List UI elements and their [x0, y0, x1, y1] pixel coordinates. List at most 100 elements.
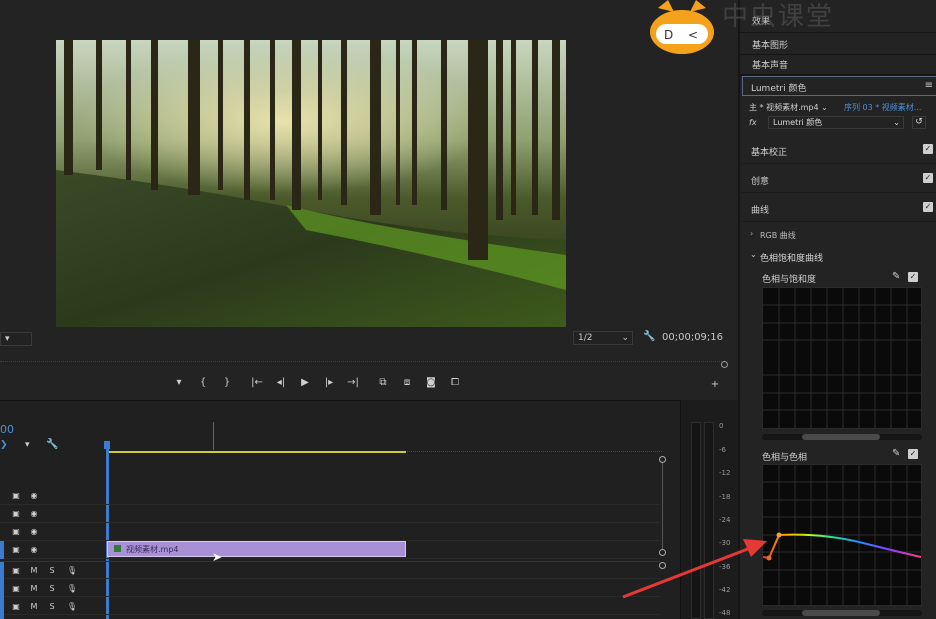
track-v4 [0, 487, 660, 505]
microphone-icon[interactable]: 🎙 [65, 601, 79, 613]
film-icon[interactable]: ▣ [9, 490, 23, 502]
fx-icon: fx [749, 118, 757, 127]
lift-icon[interactable]: ⧉ [374, 374, 392, 390]
video-clip[interactable]: 视频素材.mp4 [107, 541, 406, 557]
zoom-dropdown[interactable]: ▾ [0, 332, 32, 346]
in-point-icon[interactable]: { [194, 374, 212, 390]
lumetri-title: Lumetri 颜色 [751, 84, 807, 94]
chevron-down-icon: ⌄ [893, 118, 900, 127]
solo-button[interactable]: S [45, 583, 59, 595]
section-label: 基本校正 [751, 148, 788, 158]
eye-icon[interactable]: ◉ [27, 508, 41, 520]
meter-tick: -24 [719, 516, 731, 524]
extract-icon[interactable]: ⧈ [398, 374, 416, 390]
film-icon[interactable]: ▣ [9, 601, 23, 613]
scrub-end-handle[interactable] [721, 361, 728, 368]
section-basic-correction[interactable]: 基本校正 ✓ [742, 136, 936, 164]
program-monitor: ▾ 1/2 ⌄ 🔧 00;00;09;16 ▾ { } |← ◂| ▶ |▸ →… [0, 0, 738, 400]
step-forward-icon[interactable]: |▸ [320, 374, 338, 390]
add-button-icon[interactable]: + [706, 376, 724, 392]
clip-name: 视频素材.mp4 [126, 545, 179, 554]
eye-icon[interactable]: ◉ [27, 490, 41, 502]
solo-button[interactable]: S [45, 565, 59, 577]
film-icon[interactable]: ▣ [9, 508, 23, 520]
resolution-value: 1/2 [578, 333, 593, 343]
work-area-bar[interactable] [106, 451, 406, 453]
section-label: 曲线 [751, 206, 770, 216]
section-label: 创意 [751, 177, 770, 187]
fx-badge [114, 545, 121, 552]
svg-text:D: D [664, 28, 673, 42]
section-creative[interactable]: 创意 ✓ [742, 165, 936, 193]
play-icon[interactable]: ▶ [296, 374, 314, 390]
section-curves[interactable]: 曲线 ✓ [742, 194, 936, 222]
scroll-handle[interactable] [659, 456, 666, 463]
tab-essential-graphics[interactable]: 基本图形 [752, 38, 788, 51]
checkbox-checked[interactable]: ✓ [923, 144, 933, 154]
track-target-audio[interactable] [0, 562, 4, 619]
hue-vs-sat-graph[interactable] [762, 287, 922, 429]
snap-icon[interactable]: ❯ [0, 440, 8, 450]
scroll-thumb[interactable] [802, 610, 880, 616]
film-icon[interactable]: ▣ [9, 583, 23, 595]
annotation-arrow-icon [622, 539, 767, 599]
microphone-icon[interactable]: 🎙 [65, 565, 79, 577]
step-back-icon[interactable]: ◂| [272, 374, 290, 390]
out-point-icon[interactable]: } [218, 374, 236, 390]
timeline-timecode[interactable]: 00 [0, 423, 14, 436]
resolution-select[interactable]: 1/2 ⌄ [573, 331, 633, 345]
hue-vs-sat-label: 色相与饱和度 [762, 275, 817, 285]
marker-icon[interactable]: ▾ [170, 374, 188, 390]
track-a3 [0, 597, 660, 615]
hue-vs-hue-label: 色相与色相 [762, 453, 808, 463]
checkbox-checked[interactable]: ✓ [923, 173, 933, 183]
track-target-v1[interactable] [0, 541, 4, 559]
scrub-bar[interactable] [0, 356, 726, 362]
solo-button[interactable]: S [45, 601, 59, 613]
effect-select[interactable]: Lumetri 颜色 ⌄ [768, 116, 904, 129]
sequence-clip-link[interactable]: 序列 03 * 视频素材... [844, 102, 921, 113]
hue-sat-curves-toggle[interactable]: 色相饱和度曲线 [760, 251, 823, 264]
playhead-handle[interactable] [104, 441, 110, 449]
marker-icon[interactable]: ▾ [25, 440, 30, 450]
go-to-out-icon[interactable]: →| [344, 374, 362, 390]
go-to-in-icon[interactable]: |← [248, 374, 266, 390]
eye-icon[interactable]: ◉ [27, 526, 41, 538]
checkbox-checked[interactable]: ✓ [908, 449, 918, 459]
reset-icon[interactable]: ↺ [912, 116, 926, 129]
microphone-icon[interactable]: 🎙 [65, 583, 79, 595]
wrench-icon[interactable]: 🔧 [46, 439, 58, 450]
chevron-right-icon[interactable]: › [750, 229, 753, 238]
mascot-logo: D < [648, 0, 716, 56]
divider [740, 54, 936, 55]
eyedropper-icon[interactable]: ✎ [892, 448, 900, 459]
export-frame-icon[interactable]: ◙ [422, 374, 440, 390]
playhead-timecode[interactable]: 00;00;09;16 [662, 332, 723, 343]
track-v3 [0, 505, 660, 523]
eyedropper-icon[interactable]: ✎ [892, 271, 900, 282]
chevron-down-icon[interactable]: ⌄ [750, 250, 757, 259]
wrench-icon[interactable]: 🔧 [643, 331, 655, 342]
compare-icon[interactable]: ⧠ [446, 374, 464, 390]
source-clip-select[interactable]: 主 * 视频素材.mp4 ⌄ [749, 102, 828, 113]
film-icon[interactable]: ▣ [9, 544, 23, 556]
source-clip-label: 主 * 视频素材.mp4 [749, 103, 819, 112]
mute-button[interactable]: M [27, 601, 41, 613]
checkbox-checked[interactable]: ✓ [908, 272, 918, 282]
panel-menu-icon[interactable]: ≡ [925, 80, 933, 91]
scroll-thumb[interactable] [802, 434, 880, 440]
tab-essential-sound[interactable]: 基本声音 [752, 58, 788, 71]
transport-controls: ▾ { } |← ◂| ▶ |▸ →| ⧉ ⧈ ◙ ⧠ [170, 374, 464, 390]
checkbox-checked[interactable]: ✓ [923, 202, 933, 212]
ruler-tick [213, 422, 214, 450]
rgb-curves-toggle[interactable]: RGB 曲线 [760, 230, 796, 241]
eye-icon[interactable]: ◉ [27, 544, 41, 556]
mute-button[interactable]: M [27, 565, 41, 577]
hue-vs-hue-graph[interactable] [762, 464, 922, 606]
film-icon[interactable]: ▣ [9, 526, 23, 538]
effect-select-value: Lumetri 颜色 [773, 118, 823, 127]
mute-button[interactable]: M [27, 583, 41, 595]
film-icon[interactable]: ▣ [9, 565, 23, 577]
video-preview[interactable] [56, 40, 566, 327]
lumetri-header[interactable]: Lumetri 颜色 ≡ [742, 76, 936, 96]
